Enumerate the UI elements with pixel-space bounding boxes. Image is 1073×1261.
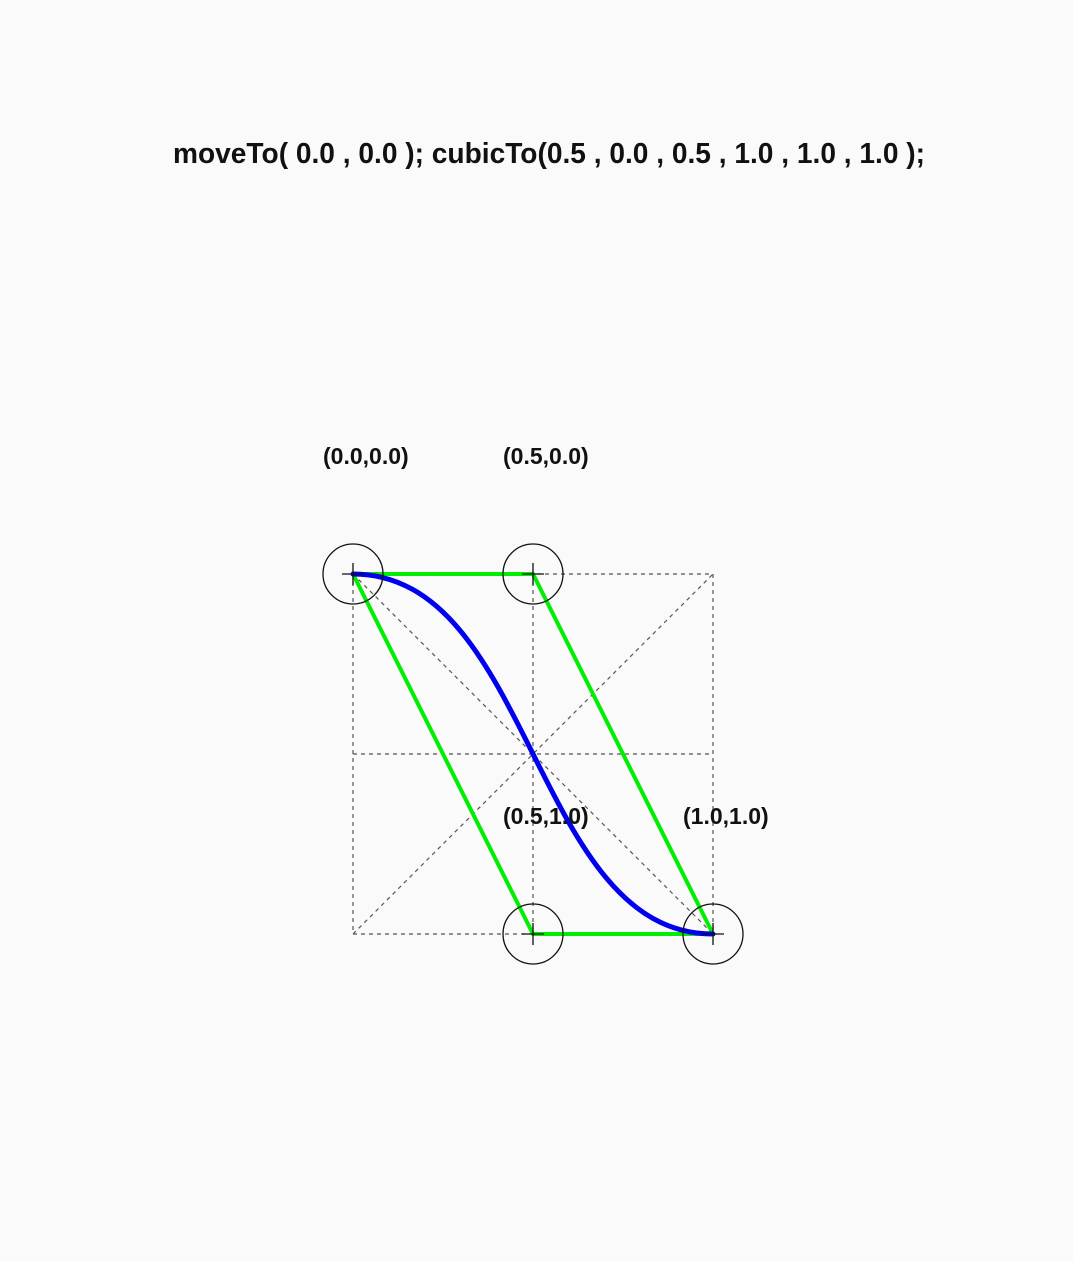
start-label: (0.0,0.0) (323, 443, 409, 469)
path-title: moveTo( 0.0 , 0.0 ); cubicTo(0.5 , 0.0 ,… (173, 138, 925, 170)
control-1-label: (0.5,0.0) (503, 443, 589, 469)
end-label: (1.0,1.0) (683, 803, 769, 829)
control-2-label: (0.5,1.0) (503, 803, 589, 829)
bezier-diagram: moveTo( 0.0 , 0.0 ); cubicTo(0.5 , 0.0 ,… (173, 138, 925, 965)
control-edge-c1-end (531, 572, 715, 936)
point-labels: (0.0,0.0) (0.5,0.0) (0.5,1.0) (1.0,1.0) (323, 443, 769, 829)
